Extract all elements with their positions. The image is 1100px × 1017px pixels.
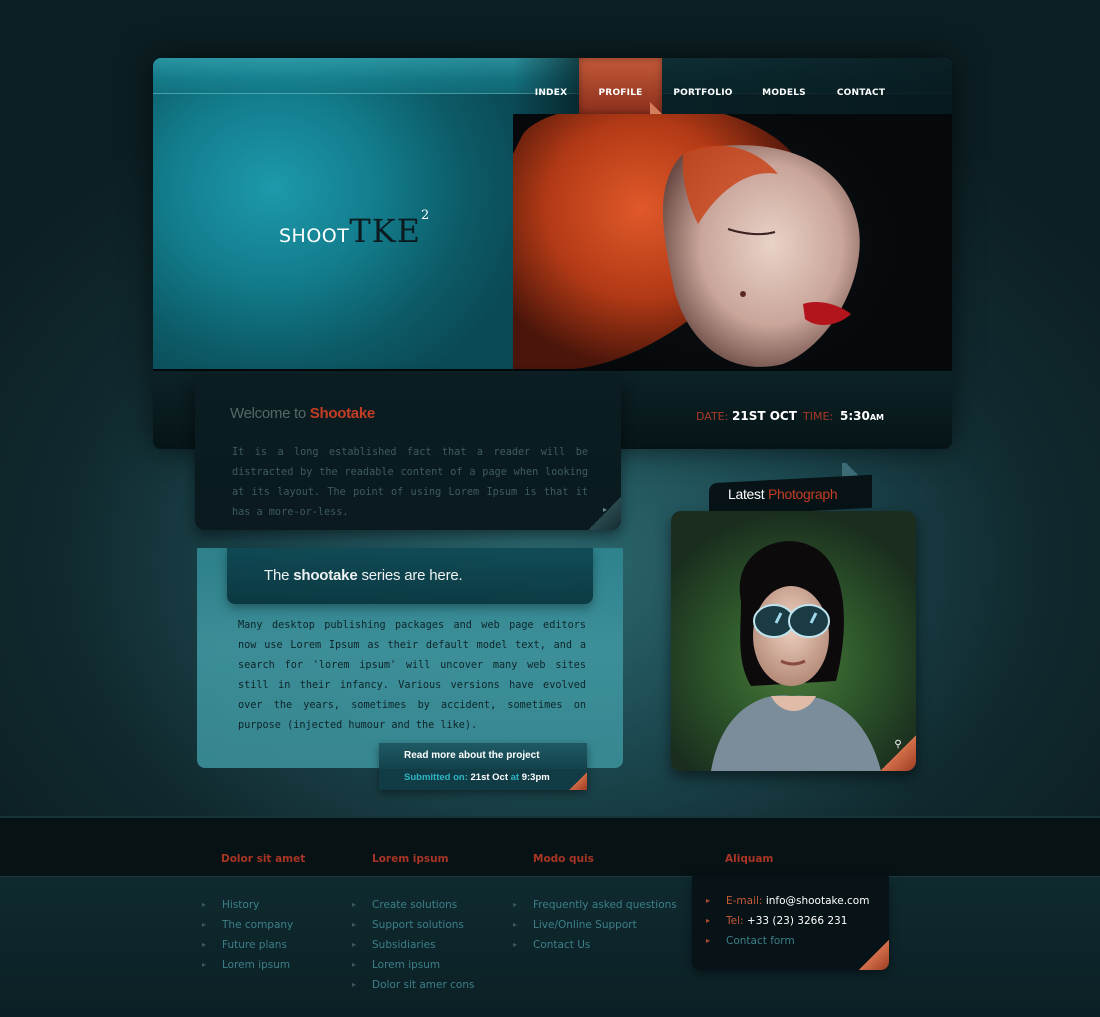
- footer-link-online-support[interactable]: Live/Online Support: [513, 915, 677, 935]
- footer-link-subsidiaries[interactable]: Subsidiaries: [352, 935, 474, 955]
- footer-col3-title: Modo quis: [533, 853, 594, 865]
- date-label: DATE:: [696, 410, 729, 423]
- readmore-link[interactable]: Read more about the project: [404, 750, 540, 761]
- nav-index[interactable]: INDEX: [524, 58, 578, 114]
- latest-title-accent: Photograph: [767, 486, 838, 502]
- latest-photo-image[interactable]: [671, 511, 916, 771]
- footer-col3-list: Frequently asked questions Live/Online S…: [513, 895, 677, 955]
- footer-link-company[interactable]: The company: [202, 915, 293, 935]
- logo-text-small: SHOOT: [279, 225, 350, 247]
- latest-photo-title: Latest Photograph: [728, 486, 838, 502]
- footer-col2-list: Create solutions Support solutions Subsi…: [352, 895, 474, 995]
- series-panel: The shootake series are here. Many deskt…: [197, 548, 623, 768]
- contact-tel-value: +33 (23) 3266 231: [746, 915, 848, 927]
- nav-models[interactable]: MODELS: [750, 58, 818, 114]
- portrait-illustration: [513, 102, 860, 369]
- series-title-pre: The: [264, 567, 294, 584]
- footer-col1-title: Dolor sit amet: [221, 853, 306, 865]
- nav-profile[interactable]: PROFILE: [579, 58, 662, 114]
- readmore-box: Read more about the project Submitted on…: [379, 743, 587, 790]
- hero-portrait-image: [513, 102, 952, 369]
- series-title: The shootake series are here.: [264, 567, 463, 584]
- welcome-more-arrow-icon[interactable]: ▸: [589, 496, 621, 530]
- nav-portfolio[interactable]: PORTFOLIO: [666, 58, 740, 114]
- time-label: TIME:: [803, 410, 834, 423]
- contact-tel: Tel: +33 (23) 3266 231: [706, 911, 869, 931]
- time-digits: 5:30: [840, 409, 870, 423]
- nav-contact[interactable]: CONTACT: [829, 58, 893, 114]
- welcome-card: Welcome to Shootake It is a long establi…: [195, 374, 621, 530]
- date-value: 21ST OCT: [732, 409, 797, 423]
- series-header: The shootake series are here.: [227, 548, 593, 604]
- time-value: 5:30AM: [840, 409, 884, 423]
- footer-link-faq[interactable]: Frequently asked questions: [513, 895, 677, 915]
- series-text: Many desktop publishing packages and web…: [238, 620, 586, 731]
- contact-email-value: info@shootake.com: [765, 895, 870, 907]
- footer-link-future-plans[interactable]: Future plans: [202, 935, 293, 955]
- footer-link-contact-us[interactable]: Contact Us: [513, 935, 677, 955]
- welcome-title: Welcome to Shootake: [230, 405, 375, 422]
- readmore-fold-corner: [569, 772, 587, 790]
- footer-band: [0, 816, 1100, 876]
- submitted-time: 9:3pm: [521, 772, 550, 783]
- footer-link-lorem-ipsum[interactable]: Lorem ipsum: [202, 955, 293, 975]
- submitted-info: Submitted on: 21st Oct at 9:3pm: [404, 772, 550, 783]
- site-logo[interactable]: SHOOTTKE2: [279, 208, 429, 250]
- series-title-bold: shootake: [293, 567, 358, 584]
- footer-col4-title: Aliquam: [725, 853, 774, 865]
- footer-link-history[interactable]: History: [202, 895, 293, 915]
- footer-link-lorem-ipsum-2[interactable]: Lorem ipsum: [352, 955, 474, 975]
- welcome-text: It is a long established fact that a rea…: [232, 447, 588, 518]
- footer-link-create-solutions[interactable]: Create solutions: [352, 895, 474, 915]
- contact-email-label: E-mail:: [726, 895, 763, 907]
- submitted-label: Submitted on:: [404, 772, 468, 783]
- footer-col1-list: History The company Future plans Lorem i…: [202, 895, 293, 975]
- latest-title-pre: Latest: [728, 486, 768, 502]
- submitted-date: 21st Oct: [470, 772, 509, 783]
- footer-col2-title: Lorem ipsum: [372, 853, 449, 865]
- footer-contact-list: E-mail: info@shootake.com Tel: +33 (23) …: [706, 891, 869, 951]
- footer-link-dolor[interactable]: Dolor sit amer cons: [352, 975, 474, 995]
- submitted-at: at: [510, 772, 520, 783]
- logo-text-big: TKE: [349, 212, 421, 250]
- time-suffix: AM: [869, 413, 885, 422]
- footer-link-support-solutions[interactable]: Support solutions: [352, 915, 474, 935]
- contact-tel-label: Tel:: [726, 915, 744, 927]
- series-title-post: series are here.: [357, 567, 463, 584]
- welcome-title-prefix: Welcome to: [230, 405, 310, 422]
- welcome-title-brand: Shootake: [309, 405, 375, 422]
- latest-photo-illustration: [711, 541, 881, 771]
- zoom-icon[interactable]: ⚲: [880, 735, 916, 771]
- logo-superscript: 2: [420, 208, 430, 223]
- contact-email[interactable]: E-mail: info@shootake.com: [706, 891, 869, 911]
- contact-form-link[interactable]: Contact form: [706, 931, 869, 951]
